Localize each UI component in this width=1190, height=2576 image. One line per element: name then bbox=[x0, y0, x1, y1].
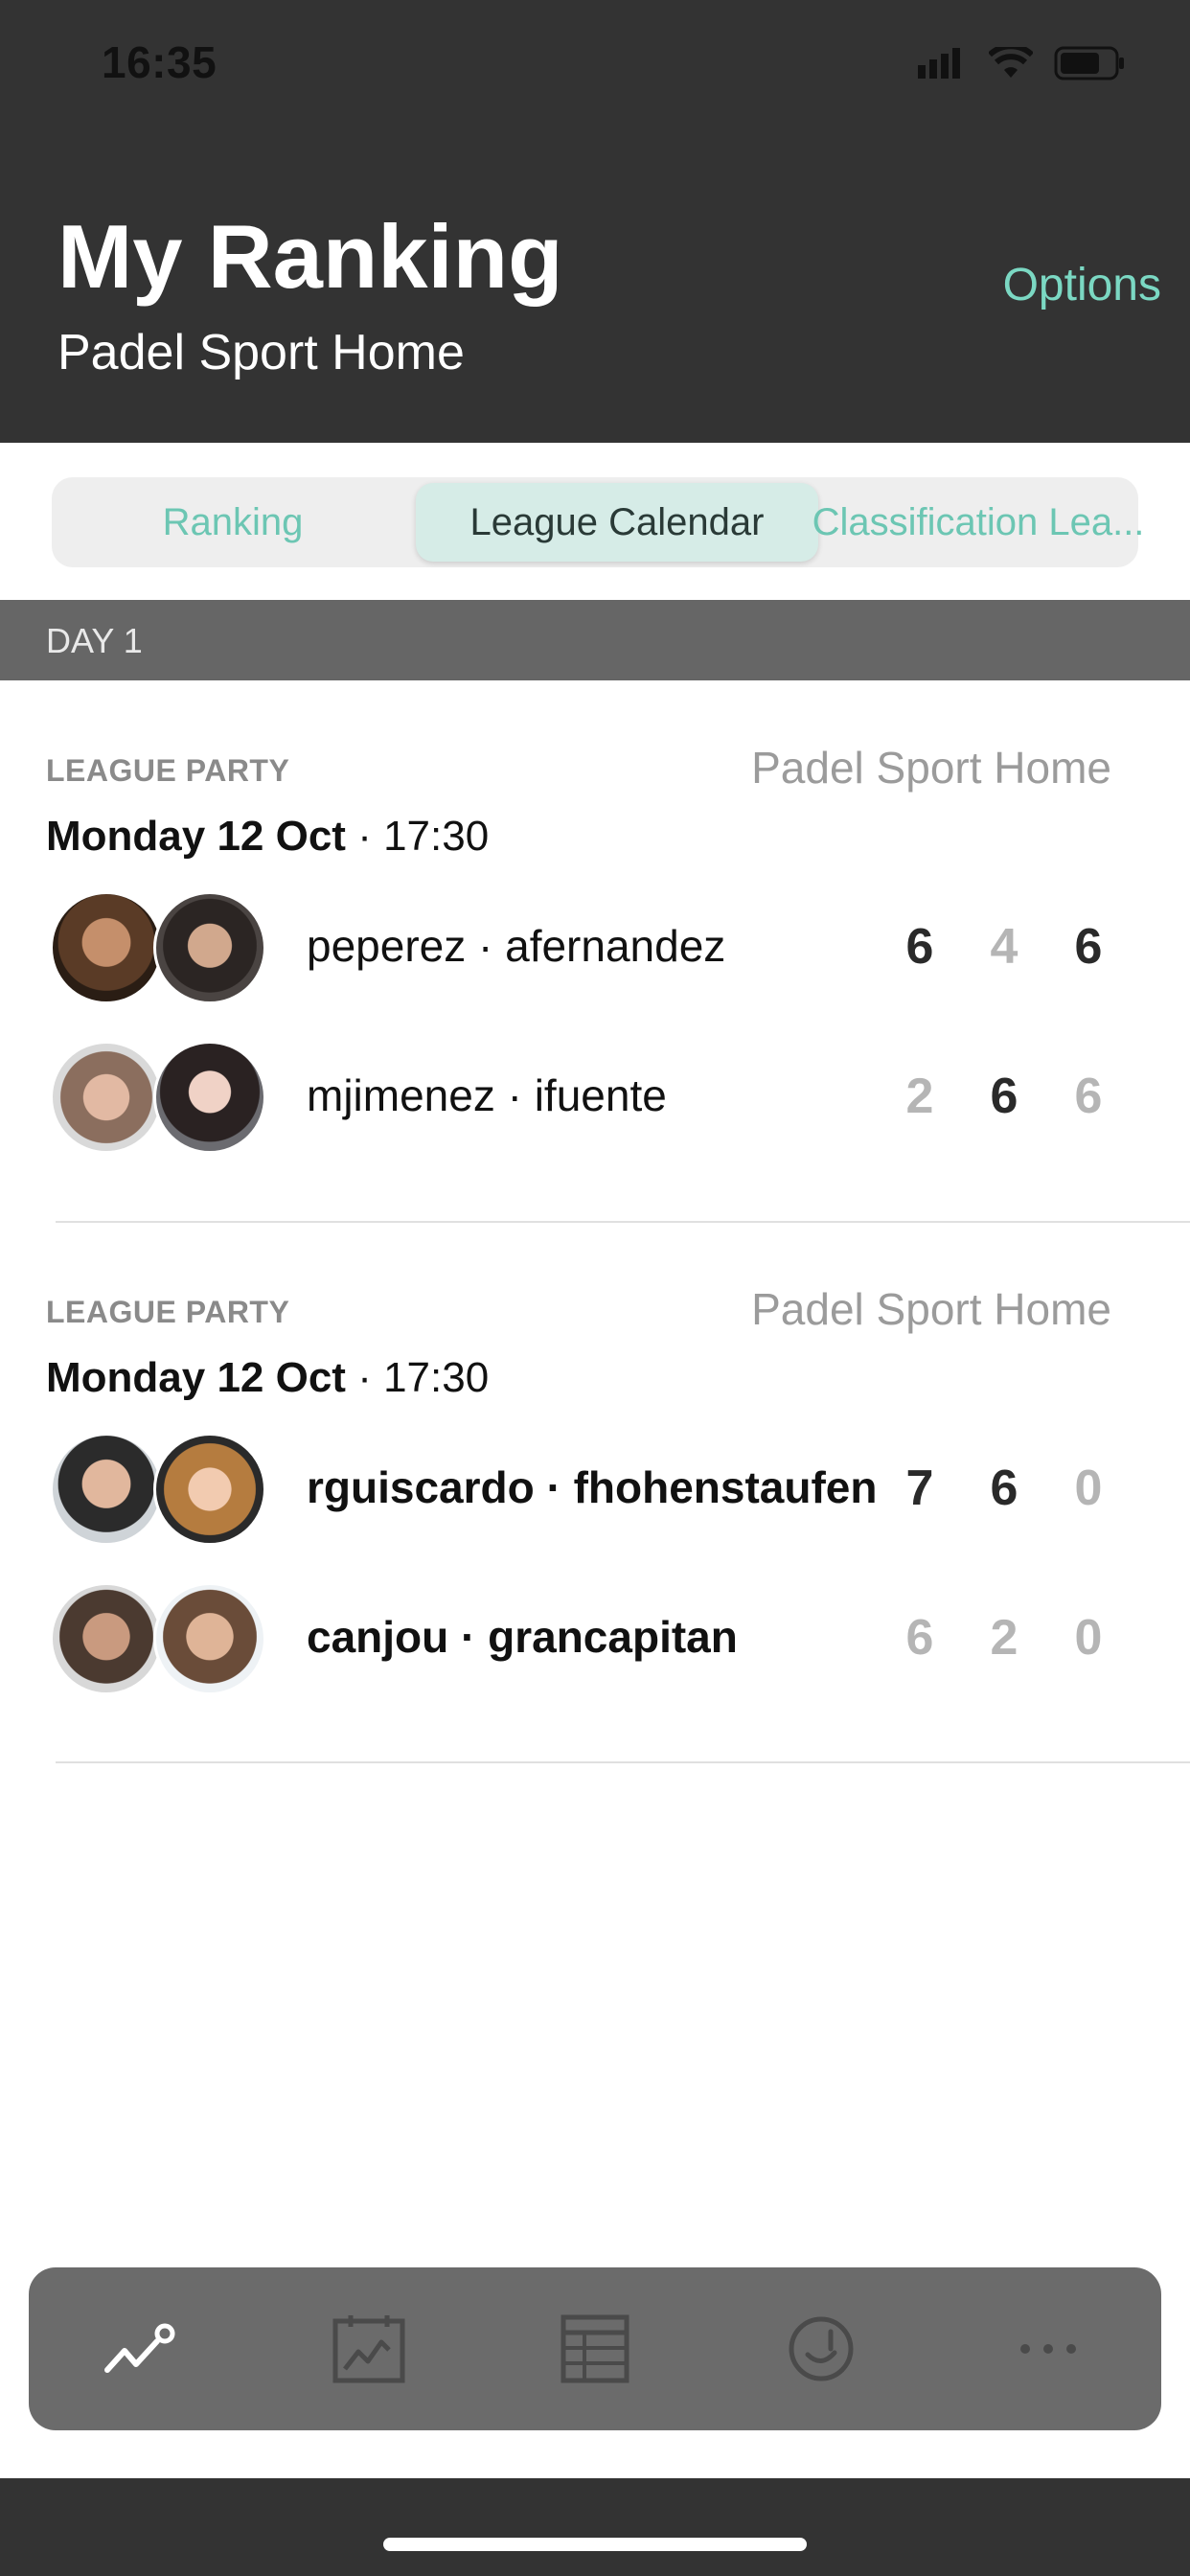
options-button[interactable]: Options bbox=[1003, 259, 1161, 311]
smiley-icon bbox=[789, 2316, 854, 2381]
wifi-icon bbox=[987, 43, 1035, 84]
divider bbox=[56, 1761, 1190, 1763]
team-row: canjou · grancapitan 6 2 0 bbox=[0, 1580, 1190, 1701]
tab-ranking[interactable]: Ranking bbox=[52, 477, 414, 567]
calendar-chart-icon bbox=[332, 2315, 405, 2383]
divider bbox=[56, 1221, 1190, 1223]
team-names: peperez · afernandez bbox=[307, 921, 726, 971]
team-names: mjimenez · ifuente bbox=[307, 1070, 667, 1120]
match-type: LEAGUE PARTY bbox=[46, 1295, 290, 1329]
avatar[interactable] bbox=[153, 891, 266, 1004]
home-indicator[interactable] bbox=[383, 2538, 807, 2551]
match-venue: Padel Sport Home bbox=[751, 1284, 1111, 1334]
tab-table[interactable] bbox=[538, 2291, 652, 2406]
day-label: DAY 1 bbox=[46, 621, 143, 660]
tab-calendar-chart[interactable] bbox=[311, 2291, 426, 2406]
home-bar-area bbox=[0, 2478, 1190, 2576]
team-names: canjou · grancapitan bbox=[307, 1612, 738, 1662]
avatar[interactable] bbox=[153, 1582, 266, 1695]
team-avatars bbox=[50, 889, 268, 1010]
set-score: 6 bbox=[1074, 1069, 1103, 1124]
set-score: 2 bbox=[905, 1069, 934, 1124]
set-score: 6 bbox=[990, 1069, 1018, 1124]
team-scores: 6 4 6 bbox=[901, 918, 1131, 976]
avatar[interactable] bbox=[50, 891, 163, 1004]
status-icons bbox=[918, 43, 1127, 85]
tab-classification-league[interactable]: Classification Lea... bbox=[812, 477, 1145, 567]
set-score: 6 bbox=[905, 919, 934, 975]
tab-league-calendar[interactable]: League Calendar bbox=[416, 483, 818, 562]
battery-icon bbox=[1054, 46, 1127, 85]
match-venue: Padel Sport Home bbox=[751, 743, 1111, 793]
match-time: · 17:30 bbox=[345, 1354, 490, 1401]
set-score: 7 bbox=[905, 1460, 934, 1516]
match-type: LEAGUE PARTY bbox=[46, 753, 290, 788]
ranking-chart-icon bbox=[104, 2323, 175, 2373]
team-avatars bbox=[50, 1580, 268, 1701]
team-row: peperez · afernandez 6 4 6 bbox=[0, 889, 1190, 1010]
table-icon bbox=[561, 2314, 629, 2383]
team-scores: 7 6 0 bbox=[901, 1460, 1131, 1517]
tab-profile[interactable] bbox=[764, 2291, 879, 2406]
set-score: 0 bbox=[1074, 1460, 1103, 1516]
team-avatars bbox=[50, 1039, 268, 1160]
bottom-tab-bar bbox=[29, 2267, 1161, 2430]
page-subtitle: Padel Sport Home bbox=[57, 325, 465, 380]
team-row: rguiscardo · fhohenstaufen 7 6 0 bbox=[0, 1431, 1190, 1552]
set-score: 6 bbox=[1074, 919, 1103, 975]
avatar[interactable] bbox=[50, 1041, 163, 1154]
match-datetime: Monday 12 Oct · 17:30 bbox=[46, 1354, 489, 1402]
set-score: 6 bbox=[990, 1460, 1018, 1516]
team-avatars bbox=[50, 1431, 268, 1552]
app-header: 16:35 My Ranking Padel Sport Home Option… bbox=[0, 0, 1190, 443]
signal-icon bbox=[918, 48, 968, 83]
team-scores: 6 2 0 bbox=[901, 1609, 1131, 1667]
avatar[interactable] bbox=[153, 1041, 266, 1154]
tab-ranking-chart[interactable] bbox=[84, 2291, 199, 2406]
match-time: · 17:30 bbox=[345, 813, 490, 860]
more-icon bbox=[1019, 2344, 1076, 2354]
set-score: 4 bbox=[990, 919, 1018, 975]
set-score: 0 bbox=[1074, 1610, 1103, 1666]
avatar[interactable] bbox=[50, 1433, 163, 1546]
segmented-control: Ranking League Calendar Classification L… bbox=[52, 477, 1145, 567]
page-title: My Ranking bbox=[57, 206, 563, 307]
match-datetime: Monday 12 Oct · 17:30 bbox=[46, 813, 489, 861]
set-score: 6 bbox=[905, 1610, 934, 1666]
day-header: DAY 1 bbox=[0, 600, 1190, 680]
status-time: 16:35 bbox=[102, 37, 217, 87]
avatar[interactable] bbox=[153, 1433, 266, 1546]
match-date: Monday 12 Oct bbox=[46, 1354, 346, 1401]
team-row: mjimenez · ifuente 2 6 6 bbox=[0, 1039, 1190, 1160]
avatar[interactable] bbox=[50, 1582, 163, 1695]
tab-more[interactable] bbox=[991, 2291, 1106, 2406]
match-date: Monday 12 Oct bbox=[46, 813, 346, 860]
set-score: 2 bbox=[990, 1610, 1018, 1666]
team-names: rguiscardo · fhohenstaufen bbox=[307, 1462, 878, 1512]
team-scores: 2 6 6 bbox=[901, 1068, 1131, 1125]
